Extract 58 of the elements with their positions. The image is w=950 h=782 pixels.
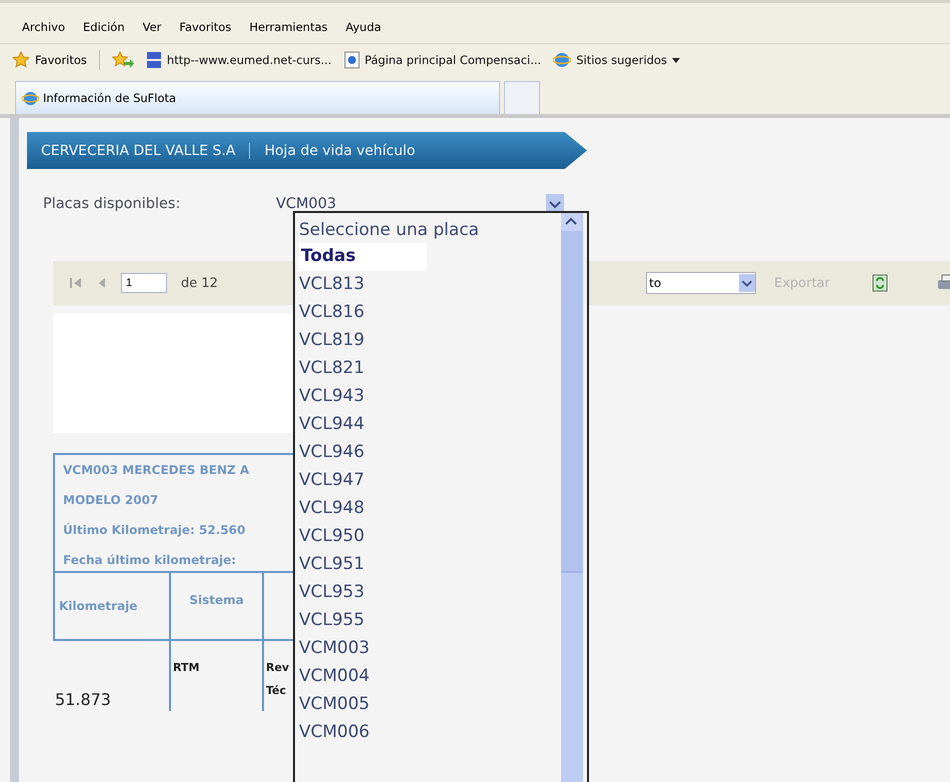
dropdown-arrow-icon — [672, 58, 680, 62]
scroll-thumb[interactable] — [561, 231, 583, 573]
menu-item[interactable]: Ayuda — [346, 20, 382, 34]
column-header: Sistema — [169, 571, 262, 641]
globe-icon — [22, 90, 39, 106]
favorite-link[interactable]: http--www.eumed.net-curs... — [146, 51, 332, 69]
scrollbar[interactable] — [561, 213, 583, 782]
plate-option[interactable]: VCL947 — [295, 467, 561, 495]
globe-icon — [553, 51, 572, 69]
favorites-button[interactable]: Favoritos — [12, 51, 87, 69]
breadcrumb-link[interactable]: CERVECERIA DEL VALLE S.A — [27, 142, 250, 158]
plate-option[interactable]: VCL951 — [295, 551, 561, 579]
plate-option[interactable]: VCL816 — [295, 299, 561, 327]
table-cell-text: Rev — [266, 661, 290, 674]
plate-option[interactable]: Seleccione una placa — [295, 217, 561, 243]
browser-tab[interactable]: Información de SuFlota — [15, 81, 500, 114]
page-input[interactable]: 1 — [121, 273, 167, 293]
vehicle-info-text: VCM003 MERCEDES BENZ A — [63, 463, 250, 477]
table-cell-text: RTM — [173, 661, 200, 674]
plate-option[interactable]: VCL953 — [295, 579, 561, 607]
chevron-down-icon — [739, 274, 756, 292]
scroll-up-icon[interactable] — [561, 213, 581, 231]
plate-option[interactable]: Todas — [299, 243, 427, 271]
plates-label: Placas disponibles: — [43, 196, 182, 212]
column-header: Kilometraje — [53, 571, 169, 641]
plate-option[interactable]: VCL943 — [295, 383, 561, 411]
add-favorite-icon[interactable] — [112, 51, 134, 69]
plate-option[interactable]: VCM006 — [295, 719, 561, 747]
breadcrumb-link[interactable]: Hoja de vida vehículo — [249, 142, 430, 158]
site-icon — [146, 51, 162, 69]
page-icon — [344, 51, 360, 69]
plate-option[interactable]: VCL948 — [295, 495, 561, 523]
plate-option[interactable]: VCL813 — [295, 271, 561, 299]
plate-option[interactable]: VCM004 — [295, 663, 561, 691]
browser-tab[interactable] — [504, 81, 540, 114]
table-cell-text: 51.873 — [55, 690, 112, 709]
first-page-icon[interactable] — [69, 276, 83, 290]
plate-option[interactable]: VCL946 — [295, 439, 561, 467]
favorite-link[interactable]: Sitios sugeridos — [553, 51, 680, 69]
menu-item[interactable]: Archivo — [22, 20, 65, 34]
favorite-link[interactable]: Página principal Compensaci... — [344, 51, 542, 69]
table-cell-text: Téc — [266, 684, 288, 697]
format-select[interactable]: to — [646, 272, 756, 294]
refresh-icon[interactable] — [872, 274, 888, 292]
plate-option[interactable]: VCL819 — [295, 327, 561, 355]
menu-item[interactable]: Favoritos — [179, 20, 232, 34]
plate-option[interactable]: VCM003 — [295, 635, 561, 663]
page-count: de 12 — [181, 276, 218, 290]
menu-item[interactable]: Ver — [142, 20, 162, 34]
plate-option[interactable]: VCL955 — [295, 607, 561, 635]
plate-option[interactable]: VCL944 — [295, 411, 561, 439]
previous-page-icon[interactable] — [97, 276, 107, 290]
plate-option[interactable]: VCL821 — [295, 355, 561, 383]
menu-item[interactable]: Herramientas — [249, 20, 328, 34]
menu-item[interactable]: Edición — [83, 20, 125, 34]
star-icon — [12, 51, 30, 69]
plate-option[interactable]: VCL950 — [295, 523, 561, 551]
plate-option[interactable]: VCM005 — [295, 691, 561, 719]
